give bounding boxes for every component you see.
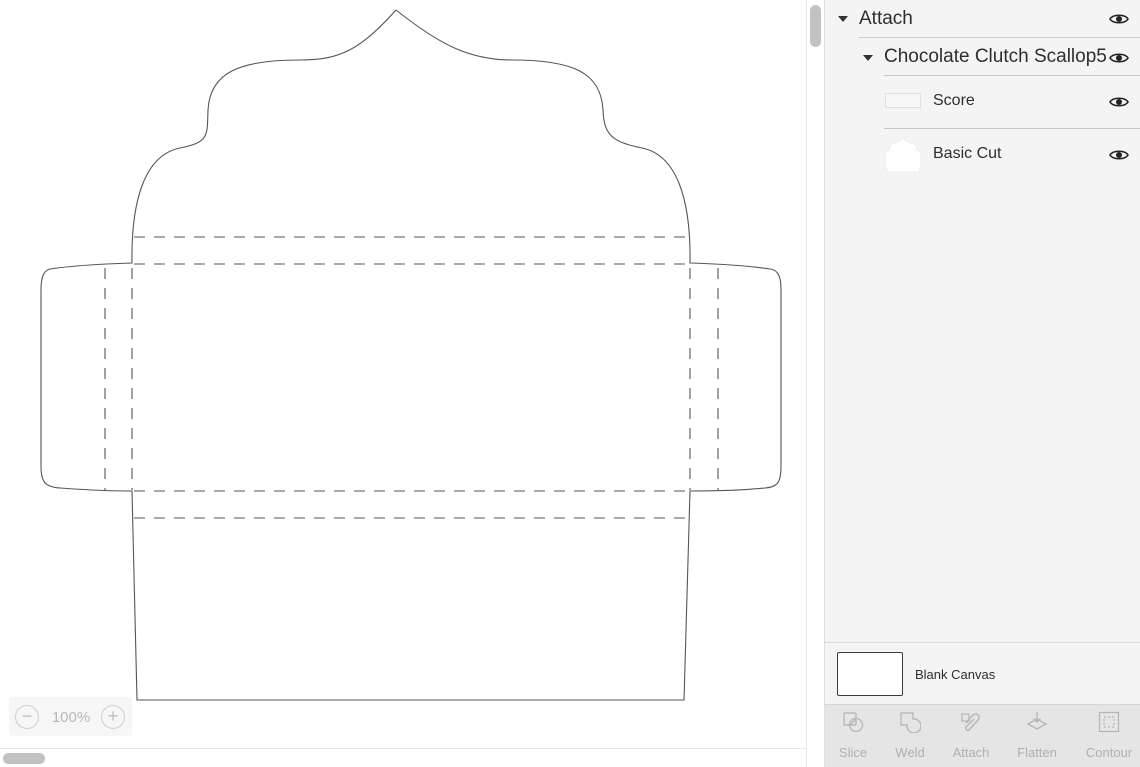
contour-label: Contour (1085, 745, 1133, 760)
slice-button[interactable]: Slice (829, 705, 877, 767)
vertical-scroll-thumb[interactable] (810, 5, 821, 47)
basic-cut-outline (40, 9, 782, 701)
eye-icon[interactable] (1109, 51, 1129, 65)
layer-group-attach[interactable]: Attach (825, 0, 1140, 38)
layer-group-label: Attach (859, 8, 913, 29)
layer-item-label: Score (933, 92, 975, 109)
weld-label: Weld (895, 745, 925, 760)
design-canvas[interactable]: − 100% + (0, 0, 808, 767)
layer-item-label: Basic Cut (933, 145, 1002, 162)
slice-icon (843, 712, 864, 733)
contour-icon (1098, 711, 1120, 733)
eye-icon[interactable] (1109, 148, 1129, 162)
collapse-triangle-icon[interactable] (838, 16, 848, 22)
flatten-icon (1026, 712, 1048, 730)
canvas-swatch[interactable] (837, 652, 903, 696)
layer-item-basic-cut[interactable]: Basic Cut (825, 129, 1140, 182)
eye-icon[interactable] (1109, 95, 1129, 109)
eye-icon[interactable] (1109, 12, 1129, 26)
collapse-triangle-icon[interactable] (863, 55, 873, 61)
attach-label: Attach (952, 745, 990, 760)
canvas-label: Blank Canvas (915, 667, 996, 682)
layers-panel: Attach Chocolate Clutch Scallop5 Score B… (824, 0, 1140, 767)
cupcake-shape-thumbnail (884, 137, 922, 173)
canvas-selector[interactable]: Blank Canvas (825, 642, 1140, 704)
zoom-in-button[interactable]: + (101, 705, 125, 729)
flatten-label: Flatten (1017, 745, 1057, 760)
attach-button[interactable]: Attach (946, 705, 996, 767)
envelope-design[interactable] (0, 0, 806, 748)
layer-subgroup-label: Chocolate Clutch Scallop5 (884, 46, 1107, 67)
zoom-out-button[interactable]: − (15, 705, 39, 729)
vertical-scrollbar[interactable] (806, 0, 824, 767)
weld-button[interactable]: Weld (886, 705, 934, 767)
slice-label: Slice (838, 745, 868, 760)
layer-subgroup[interactable]: Chocolate Clutch Scallop5 (825, 38, 1140, 76)
layer-actions-toolbar: Slice Weld Attach Flatten Contour (825, 704, 1140, 767)
contour-button[interactable]: Contour (1081, 705, 1137, 767)
zoom-control: − 100% + (9, 697, 132, 736)
layer-item-score[interactable]: Score (825, 76, 1140, 129)
horizontal-scrollbar[interactable] (0, 748, 806, 767)
weld-icon (900, 712, 921, 733)
score-thumbnail (885, 93, 921, 108)
flatten-button[interactable]: Flatten (1011, 705, 1063, 767)
attach-icon (961, 713, 980, 731)
zoom-level: 100% (51, 709, 91, 726)
horizontal-scroll-thumb[interactable] (3, 753, 45, 764)
